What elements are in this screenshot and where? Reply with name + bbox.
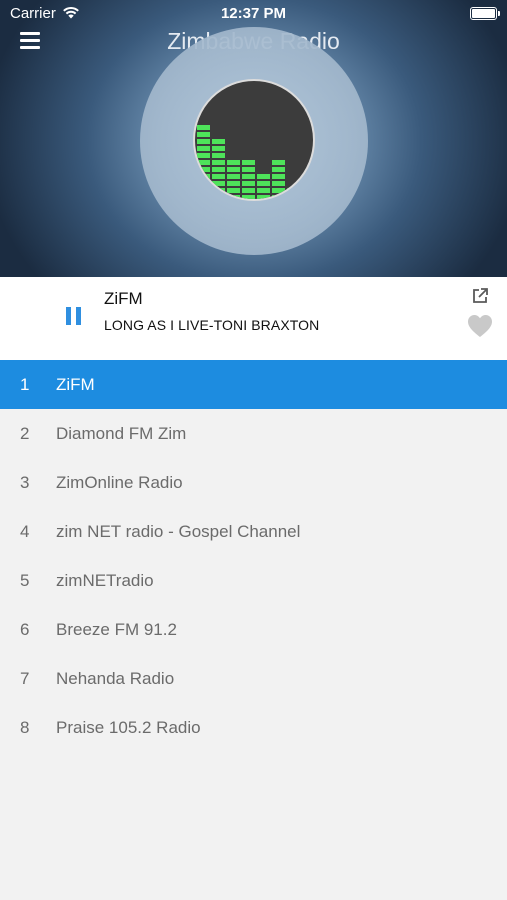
equalizer-bar [212,174,225,179]
station-row[interactable]: 4 zim NET radio - Gospel Channel [0,507,507,556]
station-number: 6 [20,620,30,639]
equalizer-bar [212,146,225,151]
equalizer-bar [242,195,255,199]
station-number: 3 [20,473,30,492]
station-name: Nehanda Radio [56,669,175,688]
station-number: 5 [20,571,30,590]
equalizer-bar [272,181,285,186]
equalizer-bar [242,188,255,193]
station-number: 8 [20,718,30,737]
station-name: Praise 105.2 Radio [56,718,201,737]
station-number: 7 [20,669,30,688]
station-row[interactable]: 6 Breeze FM 91.2 [0,605,507,654]
equalizer-bar [197,139,210,144]
equalizer-bar [257,174,270,179]
status-bar: Carrier 12:37 PM [0,0,507,28]
now-playing-station: ZiFM [104,289,143,308]
station-list: 1 ZiFM 2 Diamond FM Zim 3 ZimOnline Radio 4 zim… [0,360,507,752]
equalizer-bar [212,181,225,186]
pause-icon[interactable] [66,307,84,327]
equalizer-bar [272,167,285,172]
equalizer-bar [212,139,225,144]
equalizer-bar [227,167,240,172]
station-number: 1 [20,375,30,394]
station-name: ZimOnline Radio [56,473,183,492]
battery-icon [470,7,500,20]
equalizer-bar [227,174,240,179]
equalizer-bar [272,174,285,179]
equalizer-bar [212,160,225,165]
equalizer-bar [197,132,210,137]
station-name: ZiFM [56,375,95,394]
station-row[interactable]: 3 ZimOnline Radio [0,458,507,507]
equalizer-bar [197,153,210,158]
header: Carrier 12:37 PM Zimbabwe Radio [0,0,507,277]
station-row[interactable]: 7 Nehanda Radio [0,654,507,703]
station-number: 2 [20,424,30,443]
equalizer-bar [197,125,210,130]
equalizer-bar [197,146,210,151]
station-number: 4 [20,522,30,541]
equalizer-bar [242,160,255,165]
equalizer-bar [212,167,225,172]
station-row[interactable]: 1 ZiFM [0,360,507,409]
status-time: 12:37 PM [220,5,287,22]
equalizer-bar [272,188,285,193]
equalizer-bar [227,188,240,193]
share-icon[interactable] [471,287,489,305]
equalizer-bar [272,160,285,165]
equalizer-bar [257,195,270,199]
station-name: Breeze FM 91.2 [56,620,177,639]
station-name: Diamond FM Zim [56,424,187,443]
equalizer-bar [257,188,270,193]
equalizer-bar [212,153,225,158]
equalizer-bar [242,174,255,179]
equalizer-bar [242,167,255,172]
station-row[interactable]: 5 zimNETradio [0,556,507,605]
now-playing-track: LONG AS I LIVE-TONI BRAXTON [104,317,320,333]
equalizer-bar [242,181,255,186]
station-name: zimNETradio [56,571,154,590]
equalizer-bar [197,160,210,165]
station-name: zim NET radio - Gospel Channel [56,522,301,541]
station-row[interactable]: 8 Praise 105.2 Radio [0,703,507,752]
equalizer-bar [227,160,240,165]
equalizer-bar [257,181,270,186]
equalizer-icon [193,79,315,201]
heart-icon[interactable] [467,314,493,338]
equalizer-bar [227,181,240,186]
station-row[interactable]: 2 Diamond FM Zim [0,409,507,458]
